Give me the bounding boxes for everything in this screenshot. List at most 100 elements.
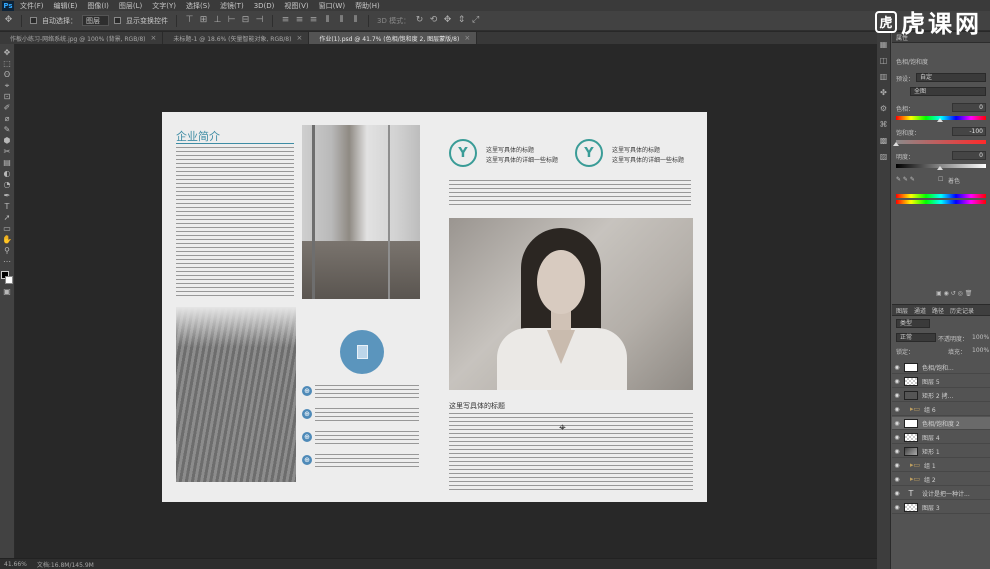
distribute-hcenter-icon[interactable]: ⦀ — [337, 16, 346, 25]
eye-icon[interactable]: ◉ — [892, 378, 902, 385]
layer-group-row[interactable]: ◉ ▸▭ 组 2 — [892, 473, 990, 486]
document-tab[interactable]: 作板小练习-网络系统.jpg @ 100% (背景, RGB/8) × — [0, 32, 164, 44]
history-brush-tool-icon[interactable]: ✂ — [2, 147, 13, 156]
history-panel-icon[interactable]: ▦ — [879, 40, 889, 50]
layer-row[interactable]: ◉ 矩形 1 — [892, 445, 990, 458]
channel-dropdown[interactable]: 全图 — [910, 87, 986, 96]
menu-file[interactable]: 文件(F) — [20, 1, 44, 11]
document-tab-active[interactable]: 作业(1).psd @ 41.7% (色相/饱和度 2, 图层蒙版/8) × — [309, 32, 478, 44]
saturation-slider[interactable] — [896, 140, 986, 144]
3d-rotate-icon[interactable]: ↻ — [415, 16, 424, 25]
align-hcenter-icon[interactable]: ⊟ — [241, 16, 250, 25]
close-icon[interactable]: × — [464, 34, 470, 42]
menu-image[interactable]: 图像(I) — [87, 1, 109, 11]
settings-panel-icon[interactable]: ⚙ — [879, 104, 889, 114]
lightness-value[interactable]: 0 — [952, 151, 986, 160]
3d-slide-icon[interactable]: ⇕ — [457, 16, 466, 25]
eye-icon[interactable]: ◉ — [892, 462, 902, 469]
document-canvas[interactable]: 企业简介 ⊕ ⊕ ⊕ ⊕ Y 这里写具体的标题 这里写具体的详细一些标题 Y 这… — [162, 112, 707, 502]
opacity-value[interactable]: 100% — [972, 334, 989, 341]
align-vcenter-icon[interactable]: ⊞ — [199, 16, 208, 25]
adjustments-panel-icon[interactable]: ▩ — [879, 136, 889, 146]
eye-icon[interactable]: ◉ — [892, 476, 902, 483]
saturation-value[interactable]: -100 — [952, 127, 986, 136]
healing-brush-tool-icon[interactable]: ⌀ — [2, 114, 13, 123]
blend-mode-dropdown[interactable]: 正常 — [896, 333, 936, 342]
eye-icon[interactable]: ◉ — [892, 448, 902, 455]
align-top-icon[interactable]: ⊤ — [185, 16, 194, 25]
menu-edit[interactable]: 编辑(E) — [54, 1, 78, 11]
tab-layers[interactable]: 图层 — [896, 306, 908, 315]
layer-row[interactable]: ◉ 矩形 2 拷... — [892, 389, 990, 402]
color-swatches[interactable] — [1, 271, 13, 285]
brush-panel-icon[interactable]: ✤ — [879, 88, 889, 98]
menu-type[interactable]: 文字(Y) — [152, 1, 176, 11]
eye-icon[interactable]: ◉ — [892, 504, 902, 511]
eye-icon[interactable]: ◉ — [892, 364, 902, 371]
layer-row[interactable]: ◉ 图层 5 — [892, 375, 990, 388]
libraries-panel-icon[interactable]: ▥ — [879, 72, 889, 82]
layer-row[interactable]: ◉ 色相/饱和... — [892, 361, 990, 374]
distribute-vcenter-icon[interactable]: ≡ — [295, 16, 304, 25]
layer-group-row[interactable]: ◉ ▸▭ 组 1 — [892, 459, 990, 472]
layer-filter-dropdown[interactable]: 类型 — [896, 319, 930, 328]
rectangle-tool-icon[interactable]: ▭ — [2, 224, 13, 233]
hue-value[interactable]: 0 — [952, 103, 986, 112]
more-tools-icon[interactable]: ⋯ — [2, 257, 13, 266]
colorize-checkbox[interactable]: ☐ — [938, 176, 943, 183]
menu-view[interactable]: 视图(V) — [284, 1, 308, 11]
close-icon[interactable]: × — [296, 34, 302, 42]
menu-filter[interactable]: 滤镜(T) — [220, 1, 244, 11]
eraser-tool-icon[interactable]: ▤ — [2, 158, 13, 167]
fill-value[interactable]: 100% — [972, 347, 989, 354]
hand-tool-icon[interactable]: ✋ — [2, 235, 13, 244]
zoom-level[interactable]: 41.66% — [4, 561, 27, 568]
zoom-tool-icon[interactable]: ⚲ — [2, 246, 13, 255]
eye-icon[interactable]: ◉ — [892, 406, 902, 413]
swatches-panel-icon[interactable]: ◫ — [879, 56, 889, 66]
eyedropper-tool-icon[interactable]: ✐ — [2, 103, 13, 112]
tab-channels[interactable]: 通道 — [914, 306, 926, 315]
pen-tool-icon[interactable]: ✒ — [2, 191, 13, 200]
lasso-tool-icon[interactable]: ʘ — [2, 70, 13, 79]
quick-select-tool-icon[interactable]: ⌖ — [2, 81, 13, 90]
show-transform-checkbox[interactable] — [114, 17, 121, 24]
saturation-slider-knob[interactable] — [893, 142, 899, 146]
eye-icon[interactable]: ◉ — [892, 420, 902, 427]
menu-help[interactable]: 帮助(H) — [355, 1, 380, 11]
lightness-slider-knob[interactable] — [937, 166, 943, 170]
clone-stamp-tool-icon[interactable]: ⬢ — [2, 136, 13, 145]
eye-icon[interactable]: ◉ — [892, 392, 902, 399]
align-right-icon[interactable]: ⊣ — [255, 16, 264, 25]
3d-roll-icon[interactable]: ⟲ — [429, 16, 438, 25]
layer-row[interactable]: ◉ T 设计是把一种计... — [892, 487, 990, 500]
dodge-tool-icon[interactable]: ◔ — [2, 180, 13, 189]
distribute-right-icon[interactable]: ⦀ — [351, 16, 360, 25]
document-tab[interactable]: 未标题-1 @ 18.6% (矢量智能对象, RGB/8) × — [163, 32, 310, 44]
type-tool-icon[interactable]: T — [2, 202, 13, 211]
distribute-left-icon[interactable]: ⦀ — [323, 16, 332, 25]
menu-window[interactable]: 窗口(W) — [319, 1, 345, 11]
background-color-swatch[interactable] — [5, 276, 13, 284]
styles-panel-icon[interactable]: ▨ — [879, 152, 889, 162]
align-bottom-icon[interactable]: ⊥ — [213, 16, 222, 25]
move-tool-icon[interactable]: ✥ — [4, 16, 13, 25]
auto-select-checkbox[interactable] — [30, 17, 37, 24]
eye-icon[interactable]: ◉ — [892, 434, 902, 441]
path-select-tool-icon[interactable]: ➚ — [2, 213, 13, 222]
tab-paths[interactable]: 路径 — [932, 306, 944, 315]
brush-tool-icon[interactable]: ✎ — [2, 125, 13, 134]
close-icon[interactable]: × — [151, 34, 157, 42]
hue-slider-knob[interactable] — [937, 118, 943, 122]
distribute-bottom-icon[interactable]: ≡ — [309, 16, 318, 25]
preset-dropdown[interactable]: 自定 — [916, 73, 986, 82]
eye-icon[interactable]: ◉ — [892, 490, 902, 497]
distribute-top-icon[interactable]: ≡ — [281, 16, 290, 25]
3d-scale-icon[interactable]: ⤢ — [471, 16, 480, 25]
layer-row[interactable]: ◉ 图层 4 — [892, 431, 990, 444]
tab-history[interactable]: 历史记录 — [950, 306, 974, 315]
align-left-icon[interactable]: ⊢ — [227, 16, 236, 25]
actions-panel-icon[interactable]: ⌘ — [879, 120, 889, 130]
layer-row-selected[interactable]: ◉ 色相/饱和度 2 — [892, 417, 990, 430]
move-tool-icon[interactable]: ✥ — [2, 48, 13, 57]
